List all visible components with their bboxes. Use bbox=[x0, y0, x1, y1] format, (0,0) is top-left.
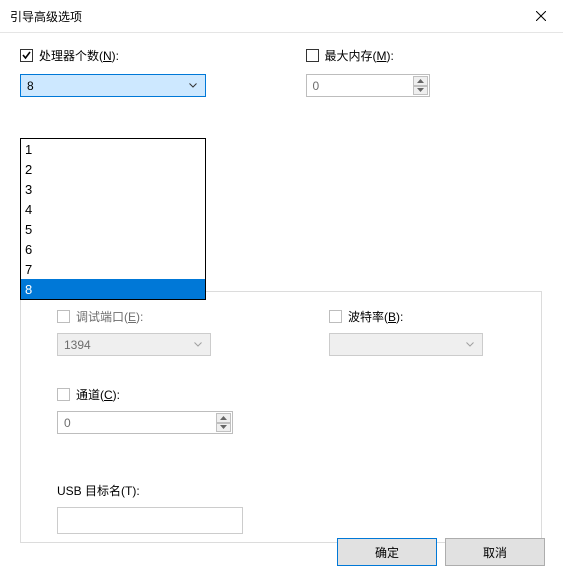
chevron-down-icon bbox=[462, 334, 478, 355]
processor-option[interactable]: 3 bbox=[21, 179, 205, 199]
ok-button[interactable]: 确定 bbox=[337, 538, 437, 566]
processor-count-dropdown[interactable]: 12345678 bbox=[20, 138, 206, 300]
cancel-button[interactable]: 取消 bbox=[445, 538, 545, 566]
processor-option[interactable]: 6 bbox=[21, 239, 205, 259]
button-bar: 确定 取消 bbox=[337, 538, 545, 566]
baud-label: 波特率(B): bbox=[348, 308, 403, 325]
debug-groupbox: 调试端口(E): 1394 波特率(B): 通道(C): bbox=[20, 291, 542, 543]
channel-checkbox bbox=[57, 388, 70, 401]
spinner-buttons bbox=[216, 413, 231, 432]
max-memory-value: 0 bbox=[313, 79, 320, 93]
processor-option[interactable]: 7 bbox=[21, 259, 205, 279]
debug-port-combo: 1394 bbox=[57, 333, 211, 356]
debug-port-label: 调试端口(E): bbox=[76, 308, 143, 325]
channel-area: 通道(C): 0 bbox=[57, 386, 233, 434]
baud-combo bbox=[329, 333, 483, 356]
close-button[interactable] bbox=[518, 0, 563, 32]
channel-spinner: 0 bbox=[57, 411, 233, 434]
max-memory-checkbox[interactable] bbox=[306, 49, 319, 62]
spinner-up-button bbox=[216, 413, 231, 423]
spinner-up-button bbox=[413, 76, 428, 86]
spinner-down-button bbox=[413, 86, 428, 96]
processor-count-value: 8 bbox=[27, 79, 34, 93]
client-area: 处理器个数(N): 8 最大内存(M): 0 bbox=[0, 33, 563, 579]
processor-count-checkbox[interactable] bbox=[20, 49, 33, 62]
max-memory-label: 最大内存(M): bbox=[325, 47, 394, 64]
debug-port-checkbox bbox=[57, 310, 70, 323]
channel-checkbox-label: 通道(C): bbox=[57, 386, 233, 403]
processor-option[interactable]: 4 bbox=[21, 199, 205, 219]
channel-value: 0 bbox=[64, 416, 71, 430]
debug-port-area: 调试端口(E): 1394 bbox=[57, 308, 211, 356]
chevron-down-icon bbox=[190, 334, 206, 355]
processor-count-checkbox-label[interactable]: 处理器个数(N): bbox=[20, 47, 258, 64]
title-bar: 引导高级选项 bbox=[0, 0, 563, 33]
processor-count-label: 处理器个数(N): bbox=[39, 47, 119, 64]
baud-checkbox-label: 波特率(B): bbox=[329, 308, 483, 325]
processor-option[interactable]: 5 bbox=[21, 219, 205, 239]
baud-area: 波特率(B): bbox=[329, 308, 483, 356]
processor-option[interactable]: 2 bbox=[21, 159, 205, 179]
processor-count-combo[interactable]: 8 bbox=[20, 74, 206, 97]
max-memory-checkbox-label[interactable]: 最大内存(M): bbox=[306, 47, 544, 64]
top-row: 处理器个数(N): 8 最大内存(M): 0 bbox=[20, 47, 543, 97]
processor-option[interactable]: 8 bbox=[21, 279, 205, 299]
max-memory-spinner: 0 bbox=[306, 74, 430, 97]
baud-checkbox bbox=[329, 310, 342, 323]
usb-target-label: USB 目标名(T): bbox=[57, 482, 243, 499]
debug-port-value: 1394 bbox=[64, 338, 91, 352]
channel-label: 通道(C): bbox=[76, 386, 120, 403]
processor-option[interactable]: 1 bbox=[21, 139, 205, 159]
chevron-down-icon bbox=[185, 75, 201, 96]
window-title: 引导高级选项 bbox=[10, 8, 82, 25]
spinner-down-button bbox=[216, 423, 231, 433]
debug-port-checkbox-label: 调试端口(E): bbox=[57, 308, 211, 325]
usb-target-input bbox=[57, 507, 243, 534]
processor-column: 处理器个数(N): 8 bbox=[20, 47, 258, 97]
close-icon bbox=[536, 11, 546, 21]
usb-target-area: USB 目标名(T): bbox=[57, 468, 243, 534]
spinner-buttons bbox=[413, 76, 428, 95]
memory-column: 最大内存(M): 0 bbox=[306, 47, 544, 97]
